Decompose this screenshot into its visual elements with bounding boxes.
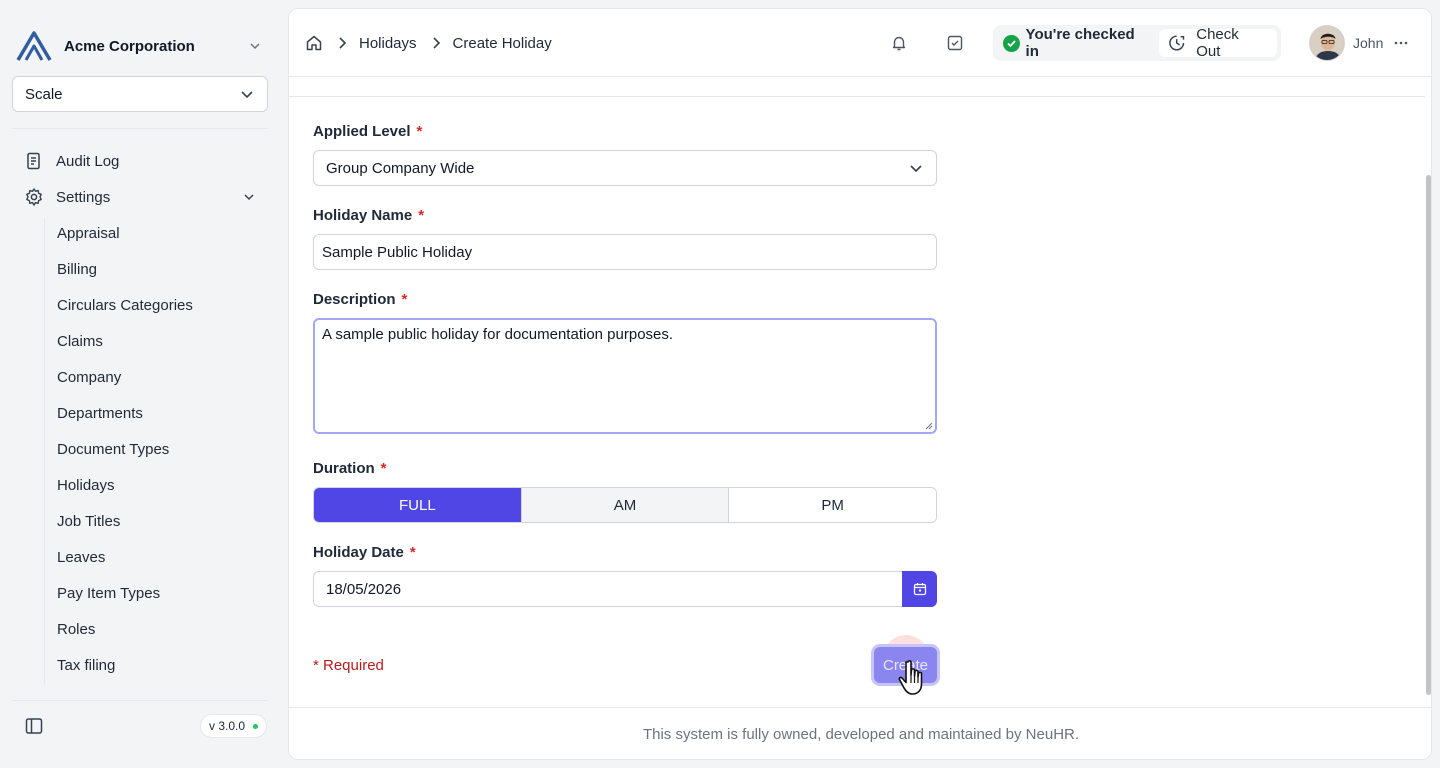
holiday-name-input[interactable]: Sample Public Holiday <box>313 234 937 270</box>
topbar: Holidays Create Holiday You're checked i… <box>289 9 1431 77</box>
required-note: * Required <box>313 657 384 674</box>
chevron-right-icon <box>432 37 440 49</box>
sidebar-subitem-appraisal[interactable]: Appraisal <box>57 219 120 247</box>
settings-tree-line <box>44 218 45 684</box>
description-label: Description * <box>313 291 408 308</box>
duration-toggle: FULL AM PM <box>313 487 937 523</box>
sidebar-subitem-tax-filing[interactable]: Tax filing <box>57 651 115 679</box>
sidebar-subitem-leaves[interactable]: Leaves <box>57 543 105 571</box>
sidebar-subitem-company[interactable]: Company <box>57 363 121 391</box>
status-dot <box>253 723 259 729</box>
sidebar-item-audit-log[interactable]: Audit Log <box>24 146 264 176</box>
check-out-button[interactable]: Check Out <box>1158 26 1277 60</box>
hand-cursor-icon <box>898 660 923 695</box>
sidebar-subitem-holidays[interactable]: Holidays <box>57 471 115 499</box>
page-subheader <box>289 77 1425 97</box>
scale-select[interactable]: Scale <box>12 76 268 112</box>
avatar[interactable] <box>1309 25 1345 61</box>
sidebar-subitem-document-types[interactable]: Document Types <box>57 435 169 463</box>
sidebar-collapse-icon[interactable] <box>24 716 44 736</box>
version-text: v 3.0.0 <box>209 719 246 733</box>
required-asterisk: * <box>380 460 387 477</box>
breadcrumb-current: Create Holiday <box>452 34 552 52</box>
chevron-down-icon <box>244 194 254 201</box>
task-check-icon[interactable] <box>946 34 964 52</box>
required-asterisk: * <box>409 544 416 561</box>
date-picker-button[interactable] <box>902 571 937 607</box>
description-value: A sample public holiday for documentatio… <box>322 326 674 343</box>
gear-icon <box>26 188 42 206</box>
acme-logo-icon <box>16 31 52 61</box>
sidebar-item-settings[interactable]: Settings <box>24 182 264 212</box>
check-circle-icon <box>1003 34 1020 52</box>
holiday-date-input[interactable]: 18/05/2026 <box>313 571 902 607</box>
duration-label: Duration * <box>313 460 387 477</box>
main-panel: Holidays Create Holiday You're checked i… <box>288 8 1432 760</box>
breadcrumb-holidays[interactable]: Holidays <box>359 35 417 52</box>
version-badge: v 3.0.0 <box>200 714 268 738</box>
resize-handle-icon[interactable] <box>925 422 933 430</box>
chevron-down-icon <box>250 43 260 50</box>
sidebar-subitem-departments[interactable]: Departments <box>57 399 143 427</box>
sidebar-divider <box>12 128 268 129</box>
bell-icon[interactable] <box>890 34 908 52</box>
sidebar-item-label: Audit Log <box>56 152 120 170</box>
page-footer: This system is fully owned, developed an… <box>289 707 1431 759</box>
sidebar-subitem-billing[interactable]: Billing <box>57 255 97 283</box>
scrollbar-thumb[interactable] <box>1426 175 1431 695</box>
sidebar-item-label: Settings <box>56 188 111 206</box>
duration-option-am[interactable]: AM <box>520 488 729 522</box>
calendar-icon <box>913 583 926 596</box>
org-name: Acme Corporation <box>64 37 195 55</box>
sidebar-divider <box>12 700 268 701</box>
holiday-date-label: Holiday Date * <box>313 544 416 561</box>
checkin-status-text: You're checked in <box>1025 26 1135 60</box>
required-asterisk: * <box>418 207 425 224</box>
vertical-scrollbar[interactable] <box>1425 97 1431 717</box>
required-asterisk: * <box>416 123 423 140</box>
description-textarea[interactable]: A sample public holiday for documentatio… <box>313 318 937 434</box>
applied-level-select[interactable]: Group Company Wide <box>313 150 937 186</box>
scale-select-value: Scale <box>25 85 63 103</box>
chevron-right-icon <box>339 37 347 49</box>
footer-text: This system is fully owned, developed an… <box>642 726 1080 743</box>
org-switcher[interactable]: Acme Corporation <box>16 30 266 62</box>
sidebar-subitem-roles[interactable]: Roles <box>57 615 95 643</box>
chevron-down-icon <box>910 165 922 173</box>
home-icon[interactable] <box>305 34 323 52</box>
more-horizontal-icon[interactable] <box>1393 35 1409 51</box>
duration-option-full[interactable]: FULL <box>314 488 521 522</box>
holiday-name-label: Holiday Name * <box>313 207 425 224</box>
sidebar-subitem-claims[interactable]: Claims <box>57 327 103 355</box>
sidebar-subitem-circulars-categories[interactable]: Circulars Categories <box>57 291 193 319</box>
user-name: John <box>1353 35 1384 51</box>
check-out-label: Check Out <box>1196 26 1239 60</box>
duration-option-pm[interactable]: PM <box>728 488 936 522</box>
chevron-down-icon <box>241 91 253 99</box>
user-menu[interactable]: John <box>1309 25 1409 61</box>
applied-level-value: Group Company Wide <box>326 159 475 177</box>
applied-level-label: Applied Level * <box>313 123 423 140</box>
sidebar-subitem-job-titles[interactable]: Job Titles <box>57 507 120 535</box>
clock-icon <box>1169 35 1185 51</box>
sidebar: Acme Corporation Scale Audit Log Setting… <box>0 0 280 768</box>
sidebar-subitem-pay-item-types[interactable]: Pay Item Types <box>57 579 160 607</box>
holiday-date-field: 18/05/2026 <box>313 571 937 607</box>
audit-log-icon <box>27 152 40 170</box>
checkin-status: You're checked in Check Out <box>993 25 1281 61</box>
breadcrumb: Holidays Create Holiday <box>305 33 552 53</box>
required-asterisk: * <box>401 291 408 308</box>
